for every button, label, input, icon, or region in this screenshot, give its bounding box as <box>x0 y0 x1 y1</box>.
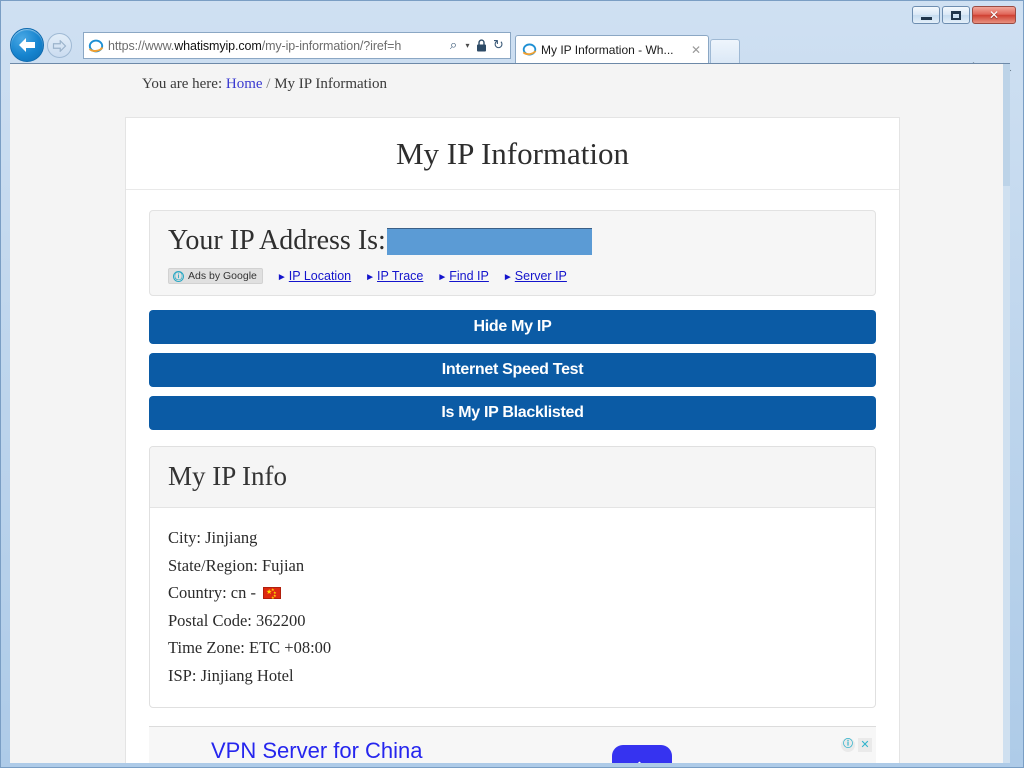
button-label: Is My IP Blacklisted <box>441 404 584 421</box>
info-label: Time Zone: <box>168 638 245 657</box>
tab-favicon-icon <box>522 43 537 56</box>
info-row-time-zone: Time Zone: ETC +08:00 <box>168 634 857 662</box>
close-icon: ✕ <box>988 8 1000 22</box>
my-ip-info-panel: My IP Info City: Jinjiang State/Region: … <box>149 446 876 708</box>
breadcrumb-separator: / <box>266 76 271 92</box>
info-label: Postal Code: <box>168 610 252 630</box>
breadcrumb-prefix: You are here: <box>142 76 223 92</box>
address-bar[interactable]: https://www.whatismyip.com/my-ip-informa… <box>83 32 511 59</box>
ad-link-ip-location[interactable]: ► IP Location <box>277 269 351 283</box>
title-bar: ✕ <box>1 1 1023 27</box>
info-label: ISP: <box>168 665 197 685</box>
window-controls: ✕ <box>912 6 1016 24</box>
maximize-button[interactable] <box>942 6 970 24</box>
new-tab-button[interactable] <box>710 39 740 63</box>
ad-link-ip-trace[interactable]: ► IP Trace <box>365 269 423 283</box>
info-value: Fujian <box>261 555 305 575</box>
ip-address-value-redacted <box>386 227 592 255</box>
info-label: Country: <box>168 583 227 602</box>
info-value: 362200 <box>256 610 306 630</box>
ad-close-icon[interactable]: ✕ <box>858 738 872 752</box>
ad-graphic-icon <box>612 745 672 763</box>
browser-toolbar: https://www.whatismyip.com/my-ip-informa… <box>1 27 1023 79</box>
hide-my-ip-button[interactable]: Hide My IP <box>149 310 876 344</box>
triangle-right-icon: ► <box>365 272 376 283</box>
ad-link-label: Server IP <box>514 269 567 283</box>
breadcrumb-link-home[interactable]: Home <box>226 76 263 92</box>
minimize-button[interactable] <box>912 6 940 24</box>
ip-address-label: Your IP Address Is: <box>168 225 386 256</box>
tab-strip: My IP Information - Wh... ✕ <box>515 31 740 63</box>
info-icon: ⓘ <box>173 270 184 282</box>
page-title: My IP Information <box>126 118 899 190</box>
ad-link-label: IP Location <box>288 269 352 283</box>
ad-graphic-slash <box>636 761 660 763</box>
is-my-ip-blacklisted-button[interactable]: Is My IP Blacklisted <box>149 396 876 430</box>
forward-button[interactable] <box>47 33 72 58</box>
button-label: Internet Speed Test <box>441 361 584 378</box>
close-window-button[interactable]: ✕ <box>972 6 1016 24</box>
triangle-right-icon: ► <box>276 272 287 283</box>
ad-headline-link[interactable]: VPN Server for China <box>211 738 423 763</box>
tab-my-ip-information[interactable]: My IP Information - Wh... ✕ <box>515 35 709 63</box>
my-ip-info-body: City: Jinjiang State/Region: Fujian Coun… <box>150 508 875 707</box>
tab-close-icon[interactable]: ✕ <box>688 43 704 57</box>
minimize-icon <box>920 16 932 20</box>
internet-speed-test-button[interactable]: Internet Speed Test <box>149 353 876 387</box>
triangle-right-icon: ► <box>437 272 448 283</box>
lock-icon <box>473 36 490 56</box>
content-card: My IP Information Your IP Address Is: ⓘ … <box>125 117 900 763</box>
info-row-state-region: State/Region: Fujian <box>168 552 857 580</box>
ads-links-row: ⓘ Ads by Google ► IP Location ► IP Trace ►… <box>168 268 857 284</box>
ad-controls: ⓘ ✕ <box>841 738 872 752</box>
padlock-glyph <box>477 39 486 52</box>
info-label: State/Region: <box>168 555 258 575</box>
forward-arrow-icon <box>52 39 67 52</box>
ad-link-server-ip[interactable]: ► Server IP <box>503 269 567 283</box>
ad-info-icon[interactable]: ⓘ <box>841 738 855 752</box>
vertical-scrollbar[interactable] <box>1003 64 1010 763</box>
browser-window: ✕ https://www.whatismyip.com/my-ip-infor… <box>0 0 1024 768</box>
ad-link-find-ip[interactable]: ► Find IP <box>437 269 489 283</box>
chevron-down-icon[interactable]: ▾ <box>462 36 473 56</box>
ip-address-line: Your IP Address Is: <box>168 225 857 257</box>
info-row-postal-code: Postal Code: 362200 <box>168 607 857 635</box>
ads-by-google-label: Ads by Google <box>188 270 257 282</box>
back-arrow-icon <box>19 38 35 52</box>
ad-link-label: Find IP <box>449 269 489 283</box>
tab-title: My IP Information - Wh... <box>541 42 674 57</box>
triangle-right-icon: ► <box>502 272 513 283</box>
refresh-icon[interactable]: ↻ <box>490 36 507 56</box>
ad-link-label: IP Trace <box>377 269 424 283</box>
ip-address-panel: Your IP Address Is: ⓘ Ads by Google ► IP … <box>149 210 876 296</box>
bottom-advertisement[interactable]: VPN Server for China ⓘ ✕ <box>149 726 876 763</box>
china-flag-icon: ★ ★ ★ ★ ★ <box>263 586 281 600</box>
ads-by-google-badge[interactable]: ⓘ Ads by Google <box>168 268 263 284</box>
maximize-icon <box>951 10 961 20</box>
my-ip-info-heading: My IP Info <box>150 447 875 508</box>
page-viewport: You are here: Home / My IP Information M… <box>10 63 1010 763</box>
scrollbar-thumb[interactable] <box>1003 64 1010 186</box>
breadcrumb: You are here: Home / My IP Information <box>142 76 387 93</box>
info-label: City: <box>168 528 202 547</box>
breadcrumb-current: My IP Information <box>274 76 387 92</box>
search-icon[interactable]: ⌕ <box>445 36 462 56</box>
flag-star-small: ★ <box>271 594 275 600</box>
info-row-country: Country: cn - ★ ★ ★ ★ ★ <box>168 579 857 607</box>
internet-explorer-icon <box>88 39 104 52</box>
back-button[interactable] <box>10 28 44 62</box>
button-label: Hide My IP <box>473 318 552 335</box>
info-value: cn - <box>230 583 256 602</box>
info-row-city: City: Jinjiang <box>168 524 857 552</box>
info-value: Jinjiang <box>205 528 258 547</box>
url-text: https://www.whatismyip.com/my-ip-informa… <box>108 38 402 53</box>
info-value: ETC +08:00 <box>248 638 332 657</box>
info-value: Jinjiang Hotel <box>200 665 294 685</box>
info-row-isp: ISP: Jinjiang Hotel <box>168 662 857 690</box>
